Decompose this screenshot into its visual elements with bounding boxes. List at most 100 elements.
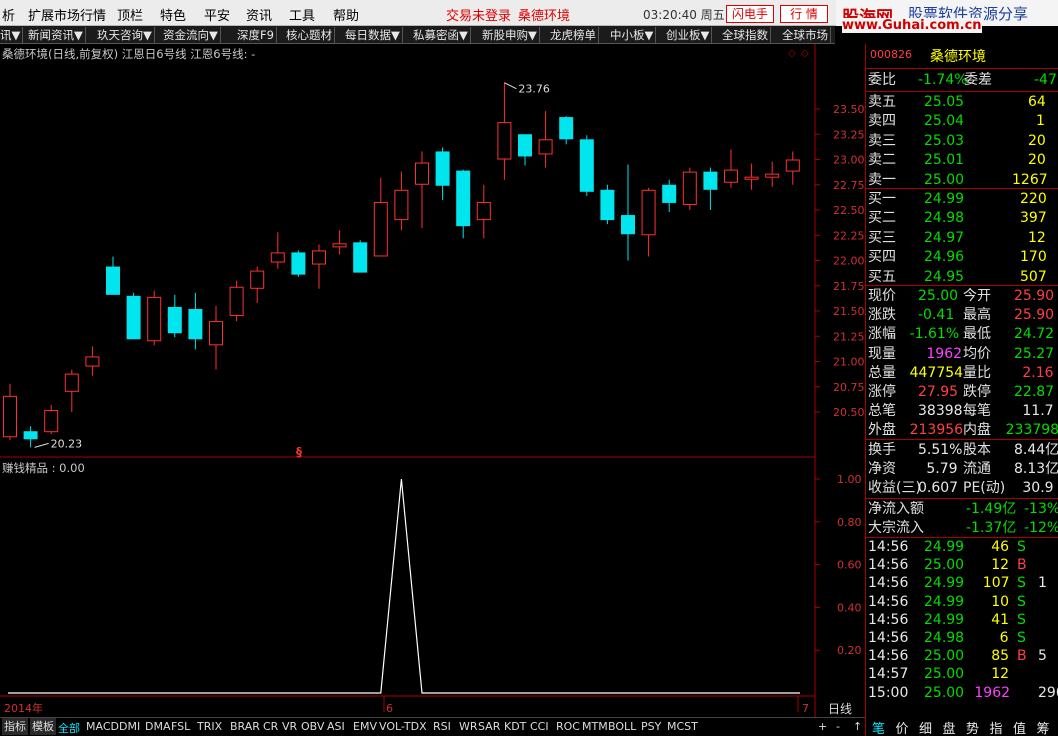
indicator-tab-rsi[interactable]: RSI: [433, 720, 451, 733]
candle-21: [435, 147, 450, 200]
flow-label: 大宗流入: [868, 520, 924, 536]
stat-label: 今开: [963, 288, 991, 304]
candle-22: [456, 169, 471, 239]
candle-body: [85, 356, 100, 367]
zoom-control-0[interactable]: +: [818, 720, 827, 733]
chart-area[interactable]: 23.50 23.25 23.00 22.75 22.50 22.25 22.00 21.75…: [0, 44, 866, 717]
tick-count: 1: [1038, 575, 1047, 592]
quote-nav-5[interactable]: 指: [990, 718, 1003, 736]
menu-analysis[interactable]: 析: [2, 5, 15, 24]
indicator-tab-dma[interactable]: DMA: [145, 720, 171, 733]
indicator-tab-mcst[interactable]: MCST: [667, 720, 698, 733]
zoom-control-2[interactable]: ↑: [853, 720, 862, 733]
toolbar-item-3[interactable]: 资金流向▼: [163, 27, 221, 43]
menu-news[interactable]: 资讯: [246, 5, 272, 24]
quote-nav-2[interactable]: 细: [919, 718, 932, 736]
quote-nav-1[interactable]: 价: [896, 718, 909, 736]
quote-button[interactable]: 行 情: [780, 5, 828, 23]
flow-value: -1.37亿: [966, 520, 1017, 536]
quote-nav-4[interactable]: 势: [966, 718, 979, 736]
price-tick-label: 23.25: [833, 128, 865, 141]
tick-volume: 46: [991, 539, 1010, 555]
tick-side: B: [1017, 648, 1027, 665]
toolbar-item-6[interactable]: 每日数据▼: [345, 27, 403, 43]
quote-nav-7[interactable]: 筹: [1037, 718, 1050, 736]
wei-bi-label: 委比: [868, 72, 896, 88]
toolbar-item-4[interactable]: 深度F9: [237, 27, 277, 43]
candle-body: [579, 139, 594, 192]
indicator-tab-wr[interactable]: WR: [459, 720, 478, 733]
candle-body: [600, 189, 615, 221]
toolbar-item-11[interactable]: 创业板▼: [666, 27, 713, 43]
indicator-tab-psy[interactable]: PSY: [641, 720, 661, 733]
indicator-tab-macd[interactable]: MACD: [86, 720, 119, 733]
indicator-tab-asi[interactable]: ASI: [327, 720, 345, 733]
toolbar-item-9[interactable]: 龙虎榜单: [550, 27, 599, 43]
ask-row-3: 卖三 25.03 20: [866, 132, 1058, 151]
indicator-tab-全部[interactable]: 全部: [58, 720, 80, 736]
indicator-tab-emv[interactable]: EMV: [353, 720, 377, 733]
indicator-tab-boll[interactable]: BOLL: [608, 720, 636, 733]
tick-time: 15:00: [868, 684, 909, 701]
menu-features[interactable]: 特色: [160, 5, 186, 24]
stock-header: 000826 桑德环境: [866, 48, 1058, 66]
menu-topbar[interactable]: 顶栏: [117, 5, 143, 24]
quote-nav-6[interactable]: 值: [1013, 718, 1026, 736]
indicator-tab-指标[interactable]: 指标: [2, 718, 28, 735]
bid-price: 24.98: [924, 210, 965, 227]
bid-price: 24.97: [924, 229, 965, 246]
toolbar-item-1[interactable]: 新闻资讯▼: [28, 27, 86, 43]
candle-28: [579, 135, 594, 196]
indicator-tab-roc[interactable]: ROC: [556, 720, 580, 733]
indicator-tab-vr[interactable]: VR: [282, 720, 297, 733]
flash-trade-button[interactable]: 闪电手: [726, 5, 774, 23]
menu-help[interactable]: 帮助: [333, 5, 359, 24]
toolbar-item-13[interactable]: 全球市场: [782, 27, 831, 43]
indicator-tab-模板[interactable]: 模板: [30, 718, 56, 735]
menu-extended-market[interactable]: 扩展市场行情: [28, 5, 106, 24]
flow-row-0: 净流入额 -1.49亿 -13%: [866, 500, 1058, 519]
indicator-tab-obv[interactable]: OBV: [301, 720, 324, 733]
indicator-tab-brar[interactable]: BRAR: [230, 720, 260, 733]
candle-23: [476, 184, 491, 239]
toolbar-item-5[interactable]: 核心题材: [286, 27, 335, 43]
indicator-tab-cr[interactable]: CR: [263, 720, 278, 733]
menu-tools[interactable]: 工具: [289, 5, 315, 24]
indicator-tab-mtm[interactable]: MTM: [582, 720, 608, 733]
indicator-tab-kdt[interactable]: KDT: [504, 720, 526, 733]
candle-body: [724, 169, 738, 183]
candle-32: [662, 179, 677, 213]
toolbar-item-8[interactable]: 新股申购▼: [482, 27, 540, 43]
stat-label: 每笔: [963, 403, 991, 420]
toolbar-item-10[interactable]: 中小板▼: [610, 27, 657, 43]
period-label[interactable]: 日线: [828, 700, 852, 717]
indicator-tick-label: 0.60: [837, 559, 862, 572]
toolbar-item-0[interactable]: 讯▼: [0, 27, 24, 43]
stat-value: 11.7: [1022, 403, 1054, 420]
zoom-control-1[interactable]: -: [836, 720, 840, 733]
tick-row-4: 14:56 24.99 41 S: [866, 611, 1058, 630]
candle-body: [188, 308, 203, 340]
bid-price: 24.95: [924, 268, 965, 285]
trade-login-status[interactable]: 交易未登录: [446, 5, 511, 24]
indicator-tab-dmi[interactable]: DMI: [119, 720, 140, 733]
quote-nav-0[interactable]: 笔: [872, 718, 885, 736]
fund-label: 收益(三): [868, 480, 921, 496]
bid-price: 24.99: [924, 191, 965, 207]
indicator-tab-cci[interactable]: CCI: [530, 720, 549, 733]
ask-row-4: 卖四 25.04 1: [866, 112, 1058, 131]
indicator-tab-sar[interactable]: SAR: [478, 720, 500, 733]
indicator-tab-vol-tdx[interactable]: VOL-TDX: [379, 720, 427, 733]
candle-body: [456, 170, 471, 227]
candle-body: [270, 252, 285, 263]
quote-nav-3[interactable]: 盘: [943, 718, 956, 736]
menu-pingan[interactable]: 平安: [204, 5, 230, 24]
candle-10: [209, 305, 223, 370]
toolbar-item-2[interactable]: 玖天咨询▼: [97, 27, 155, 43]
toolbar-item-12[interactable]: 全球指数: [722, 27, 771, 43]
indicator-tab-fsl[interactable]: FSL: [171, 720, 190, 733]
indicator-tab-trix[interactable]: TRIX: [197, 720, 222, 733]
toolbar-item-7[interactable]: 私募密函▼: [413, 27, 471, 43]
candle-8: [167, 294, 182, 338]
tick-side: S: [1017, 575, 1026, 592]
